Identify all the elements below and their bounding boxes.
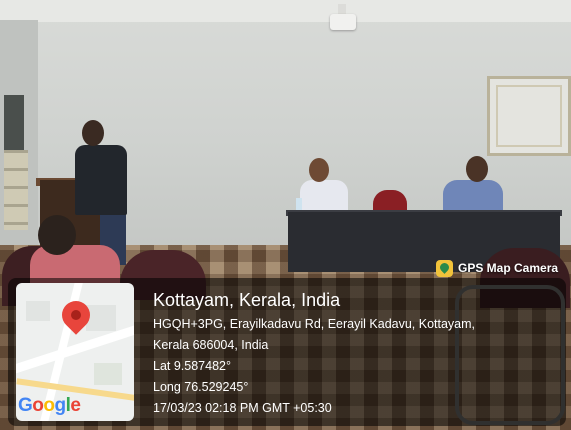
gps-map-camera-app-icon [436,259,453,277]
seated-guest-right-head [466,156,488,182]
speaker-head [82,120,104,146]
audience-member-head [38,215,76,255]
ceiling [0,0,571,22]
wall-shelf [4,150,28,230]
address-line-1: HGQH+3PG, Erayilkadavu Rd, Eerayil Kadav… [153,317,476,331]
gps-map-camera-label: GPS Map Camera [458,261,559,275]
address-line-2: Kerala 686004, India [153,338,269,352]
map-block [86,305,116,331]
google-logo: Google [18,395,81,416]
speaker [75,145,127,215]
photo-frame: GPS Map Camera Google Kottayam, Kerala, … [0,0,571,430]
location-pin-dot [71,310,81,320]
wall-board [4,95,24,150]
map-block [94,363,122,385]
map-thumbnail: Google [16,283,134,421]
longitude: Long 76.529245° [153,380,249,394]
location-title: Kottayam, Kerala, India [153,290,341,310]
map-block [26,301,50,321]
ceiling-projector [330,14,356,30]
gps-map-camera-badge: GPS Map Camera [433,257,564,279]
seated-guest-left-head [309,158,329,182]
window-inner-frame [496,85,562,147]
timestamp: 17/03/23 02:18 PM GMT +05:30 [153,401,332,415]
wall-window [487,76,571,156]
latitude: Lat 9.587482° [153,359,231,373]
